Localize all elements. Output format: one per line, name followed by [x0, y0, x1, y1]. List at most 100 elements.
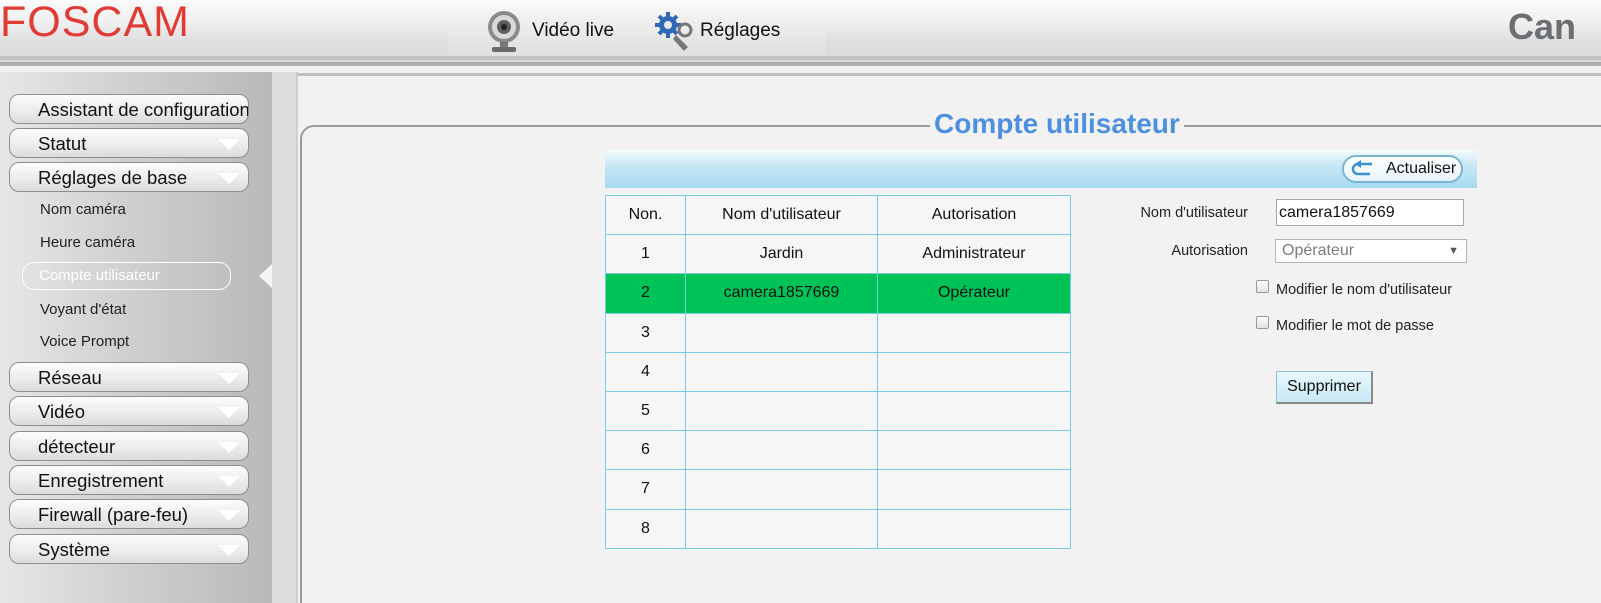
- sidebar-subitem-voice-prompt[interactable]: Voice Prompt: [40, 333, 129, 350]
- authorization-select-value: Opérateur: [1282, 242, 1355, 259]
- sidebar-item-basic-settings[interactable]: Réglages de base: [9, 162, 249, 192]
- modify-username-label: Modifier le nom d'utilisateur: [1276, 282, 1453, 298]
- logo-text: FOSCAM: [0, 0, 190, 46]
- cell-no: 5: [605, 390, 686, 432]
- sidebar-item-label: Assistant de configuration: [38, 99, 249, 120]
- cell-authorization: [877, 351, 1071, 392]
- chevron-down-icon: [218, 407, 240, 418]
- table-row[interactable]: 7: [605, 469, 1071, 510]
- webcam-icon: [486, 9, 526, 53]
- sidebar-gutter: [272, 72, 297, 603]
- table-row[interactable]: 5: [605, 390, 1071, 432]
- cell-username: [685, 390, 878, 432]
- sidebar-item-label: Réseau: [38, 367, 102, 388]
- gears-icon: [654, 9, 694, 53]
- sidebar-item-recording[interactable]: Enregistrement: [9, 465, 249, 495]
- username-label: Nom d'utilisateur: [1140, 205, 1248, 221]
- table-row[interactable]: 3: [605, 312, 1071, 353]
- modify-username-checkbox[interactable]: [1256, 280, 1269, 293]
- cell-username: [685, 430, 878, 471]
- column-header-username: Nom d'utilisateur: [685, 194, 878, 236]
- sidebar-item-video[interactable]: Vidéo: [9, 396, 249, 426]
- chevron-down-icon: [218, 173, 240, 184]
- content-top-border: [297, 73, 1601, 76]
- cell-authorization: Administrateur: [877, 234, 1071, 275]
- sidebar-item-label: détecteur: [38, 436, 116, 457]
- chevron-down-icon: [218, 545, 240, 556]
- cell-username: [685, 312, 878, 353]
- header-divider: [0, 62, 1601, 66]
- delete-button[interactable]: Supprimer: [1276, 371, 1373, 404]
- cell-username: Jardin: [685, 234, 878, 275]
- brand-text-partial: Can: [1508, 6, 1577, 47]
- table-row[interactable]: 6: [605, 430, 1071, 471]
- cell-authorization: [877, 430, 1071, 471]
- sidebar-item-setup-wizard[interactable]: Assistant de configuration: [9, 94, 249, 124]
- tab-settings-label: Réglages: [700, 20, 781, 41]
- chevron-down-icon: [218, 442, 240, 453]
- table-header-row: Non. Nom d'utilisateur Autorisation: [605, 194, 1071, 236]
- refresh-icon: [1350, 160, 1376, 178]
- table-row[interactable]: 1 Jardin Administrateur: [605, 234, 1071, 275]
- chevron-down-icon: [218, 373, 240, 384]
- username-input[interactable]: camera1857669: [1276, 199, 1464, 226]
- sidebar-item-system[interactable]: Système: [9, 534, 249, 564]
- cell-no: 3: [605, 312, 686, 353]
- sidebar-item-label: Enregistrement: [38, 470, 164, 491]
- tab-video-live-label: Vidéo live: [532, 20, 615, 41]
- active-pointer-icon: [259, 264, 272, 288]
- authorization-select[interactable]: Opérateur ▼: [1275, 239, 1467, 263]
- sidebar-subitem-status-led[interactable]: Voyant d'état: [40, 301, 126, 318]
- table-row[interactable]: 4: [605, 351, 1071, 392]
- sidebar-item-label: Firewall (pare-feu): [38, 504, 189, 525]
- refresh-button[interactable]: Actualiser: [1342, 155, 1463, 183]
- sidebar-item-label: Système: [38, 539, 110, 560]
- cell-authorization: [877, 312, 1071, 353]
- cell-username: camera1857669: [685, 273, 878, 314]
- cell-no: 8: [605, 508, 686, 549]
- sidebar-item-label: Réglages de base: [38, 167, 188, 188]
- cell-username: [685, 469, 878, 510]
- sidebar-item-detector[interactable]: détecteur: [9, 431, 249, 461]
- dropdown-arrow-icon: ▼: [1448, 245, 1459, 257]
- authorization-label: Autorisation: [1171, 243, 1248, 259]
- refresh-button-label: Actualiser: [1386, 160, 1457, 177]
- chevron-down-icon: [218, 139, 240, 150]
- table-row-selected[interactable]: 2 camera1857669 Opérateur: [605, 273, 1071, 314]
- sidebar-divider: [296, 72, 298, 603]
- modify-password-checkbox[interactable]: [1256, 316, 1269, 329]
- column-header-no: Non.: [605, 194, 686, 236]
- page-title: Compte utilisateur: [930, 108, 1184, 140]
- sidebar-subitem-camera-time[interactable]: Heure caméra: [40, 234, 135, 251]
- cell-authorization: Opérateur: [877, 273, 1071, 314]
- cell-authorization: [877, 390, 1071, 432]
- cell-no: 6: [605, 430, 686, 471]
- cell-no: 2: [605, 273, 686, 314]
- cell-no: 7: [605, 469, 686, 510]
- foscam-logo: FOSCAM: [0, 0, 190, 47]
- tab-video-live[interactable]: Vidéo live: [448, 4, 643, 58]
- sidebar-item-firewall[interactable]: Firewall (pare-feu): [9, 499, 249, 529]
- sidebar-subitem-camera-name[interactable]: Nom caméra: [40, 201, 126, 218]
- sidebar-item-label: Statut: [38, 133, 87, 154]
- sidebar-item-network[interactable]: Réseau: [9, 362, 249, 392]
- chevron-down-icon: [218, 510, 240, 521]
- chevron-down-icon: [218, 476, 240, 487]
- header-divider: [0, 56, 1601, 60]
- sidebar-subitem-user-account[interactable]: Compte utilisateur: [22, 262, 231, 290]
- sidebar-item-label: Vidéo: [38, 401, 85, 422]
- app-header: FOSCAM Vidéo live Réglages Can: [0, 0, 1601, 66]
- table-row[interactable]: 8: [605, 508, 1071, 549]
- cell-authorization: [877, 469, 1071, 510]
- sidebar-subitem-label: Compte utilisateur: [39, 267, 160, 284]
- cell-no: 4: [605, 351, 686, 392]
- cell-no: 1: [605, 234, 686, 275]
- tab-settings[interactable]: Réglages: [632, 4, 825, 58]
- user-table: Non. Nom d'utilisateur Autorisation 1 Ja…: [605, 194, 1071, 549]
- modify-password-label: Modifier le mot de passe: [1276, 318, 1434, 334]
- cell-authorization: [877, 508, 1071, 549]
- cell-username: [685, 508, 878, 549]
- cell-username: [685, 351, 878, 392]
- sidebar-item-status[interactable]: Statut: [9, 128, 249, 158]
- column-header-authorization: Autorisation: [877, 194, 1071, 236]
